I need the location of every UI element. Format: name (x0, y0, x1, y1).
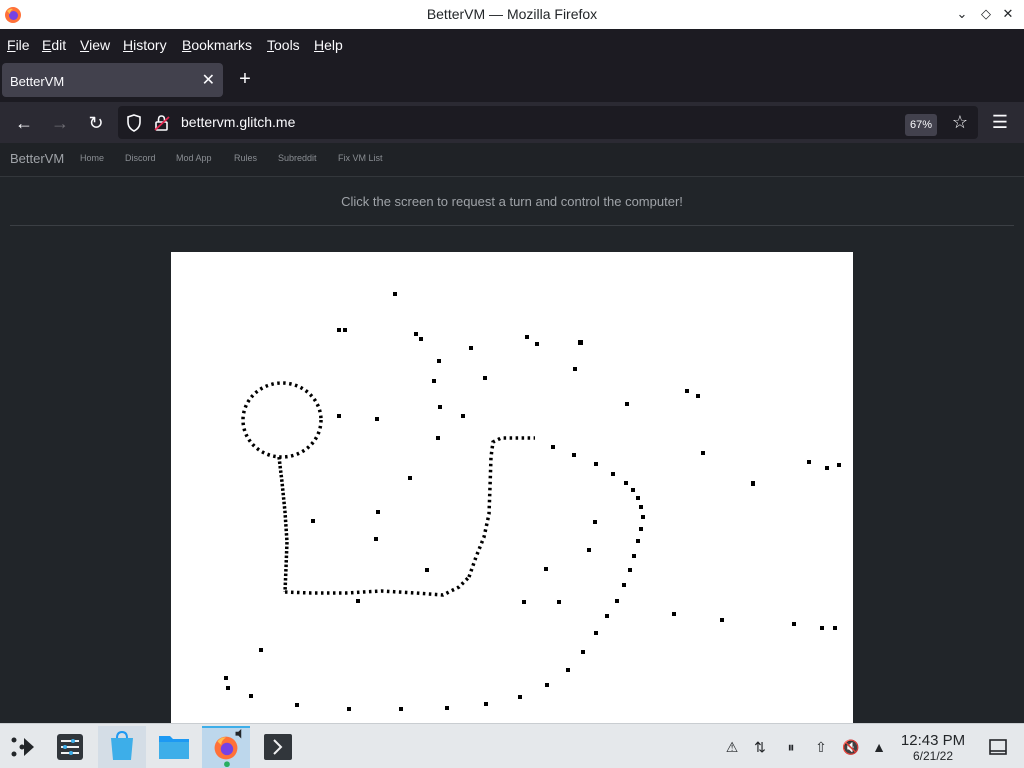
reload-icon[interactable]: ↻ (83, 110, 109, 136)
page-content: BetterVM Home Discord Mod App Rules Subr… (0, 143, 1024, 723)
shield-icon[interactable] (126, 114, 142, 132)
close-icon[interactable]: ✕ (998, 4, 1018, 24)
window-titlebar: BetterVM — Mozilla Firefox ⌄ ◇ ✕ (0, 0, 1024, 29)
menu-bar: File Edit View History Bookmarks Tools H… (0, 29, 1024, 60)
back-icon[interactable]: ← (11, 110, 37, 136)
bookmark-star-icon[interactable]: ☆ (948, 110, 972, 134)
forward-icon[interactable]: → (47, 110, 73, 136)
network-icon[interactable]: ⇅ (750, 737, 770, 757)
insecure-lock-icon[interactable] (154, 114, 170, 132)
site-navbar: BetterVM Home Discord Mod App Rules Subr… (0, 143, 1024, 177)
nav-link-mod-app[interactable]: Mod App (176, 153, 212, 163)
clock-date[interactable]: 6/21/22 (893, 749, 973, 763)
zoom-level-badge[interactable]: 67% (905, 114, 938, 136)
volume-muted-icon[interactable]: 🔇 (841, 737, 861, 757)
updates-icon[interactable]: ⇧ (811, 737, 831, 757)
expand-tray-icon[interactable]: ▲ (869, 737, 889, 757)
close-tab-icon[interactable]: ✕ (202, 70, 215, 90)
app-launcher-icon[interactable] (0, 726, 48, 768)
tab-bettervm[interactable]: BetterVM ✕ (2, 63, 223, 97)
menu-tools[interactable]: Tools (267, 37, 300, 53)
window-title: BetterVM — Mozilla Firefox (426, 6, 598, 22)
menu-file[interactable]: File (7, 37, 30, 53)
nav-link-rules[interactable]: Rules (234, 153, 257, 163)
instruction-text: Click the screen to request a turn and c… (341, 194, 683, 209)
menu-history[interactable]: History (123, 37, 167, 53)
show-desktop-icon[interactable] (988, 737, 1008, 757)
minimize-icon[interactable]: ⌄ (952, 4, 972, 24)
terminal-icon[interactable] (254, 726, 302, 768)
tab-strip: BetterVM ✕ + (0, 60, 1024, 102)
vm-drawing (224, 292, 841, 711)
url-bar[interactable]: bettervm.glitch.me 67% ☆ (118, 106, 978, 139)
file-manager-icon[interactable] (150, 726, 198, 768)
divider (10, 225, 1014, 226)
nav-link-home[interactable]: Home (80, 153, 104, 163)
menu-edit[interactable]: Edit (42, 37, 66, 53)
clock-time[interactable]: 12:43 PM (893, 732, 973, 749)
maximize-icon[interactable]: ◇ (976, 4, 996, 24)
system-settings-icon[interactable] (46, 726, 94, 768)
notifications-icon[interactable]: ⚠ (722, 737, 742, 757)
nav-link-discord[interactable]: Discord (125, 153, 156, 163)
url-text[interactable]: bettervm.glitch.me (181, 114, 295, 130)
site-brand[interactable]: BetterVM (10, 151, 64, 166)
nav-link-fix-vm-list[interactable]: Fix VM List (338, 153, 383, 163)
discover-store-icon[interactable] (98, 726, 146, 768)
app-menu-icon[interactable]: ☰ (988, 110, 1012, 134)
new-tab-icon[interactable]: + (234, 68, 256, 92)
media-pause-icon[interactable]: ⏸ (781, 737, 801, 757)
navigation-toolbar: ← → ↻ bettervm.glitch.me 67% ☆ ☰ (0, 102, 1024, 143)
tab-title: BetterVM (10, 74, 65, 89)
menu-view[interactable]: View (80, 37, 110, 53)
nav-link-subreddit[interactable]: Subreddit (278, 153, 317, 163)
firefox-taskbar-icon[interactable] (202, 726, 250, 768)
menu-help[interactable]: Help (314, 37, 343, 53)
menu-bookmarks[interactable]: Bookmarks (182, 37, 252, 53)
taskbar: ⚠ ⇅ ⏸ ⇧ 🔇 ▲ 12:43 PM 6/21/22 (0, 723, 1024, 768)
vm-screen[interactable] (171, 252, 853, 723)
